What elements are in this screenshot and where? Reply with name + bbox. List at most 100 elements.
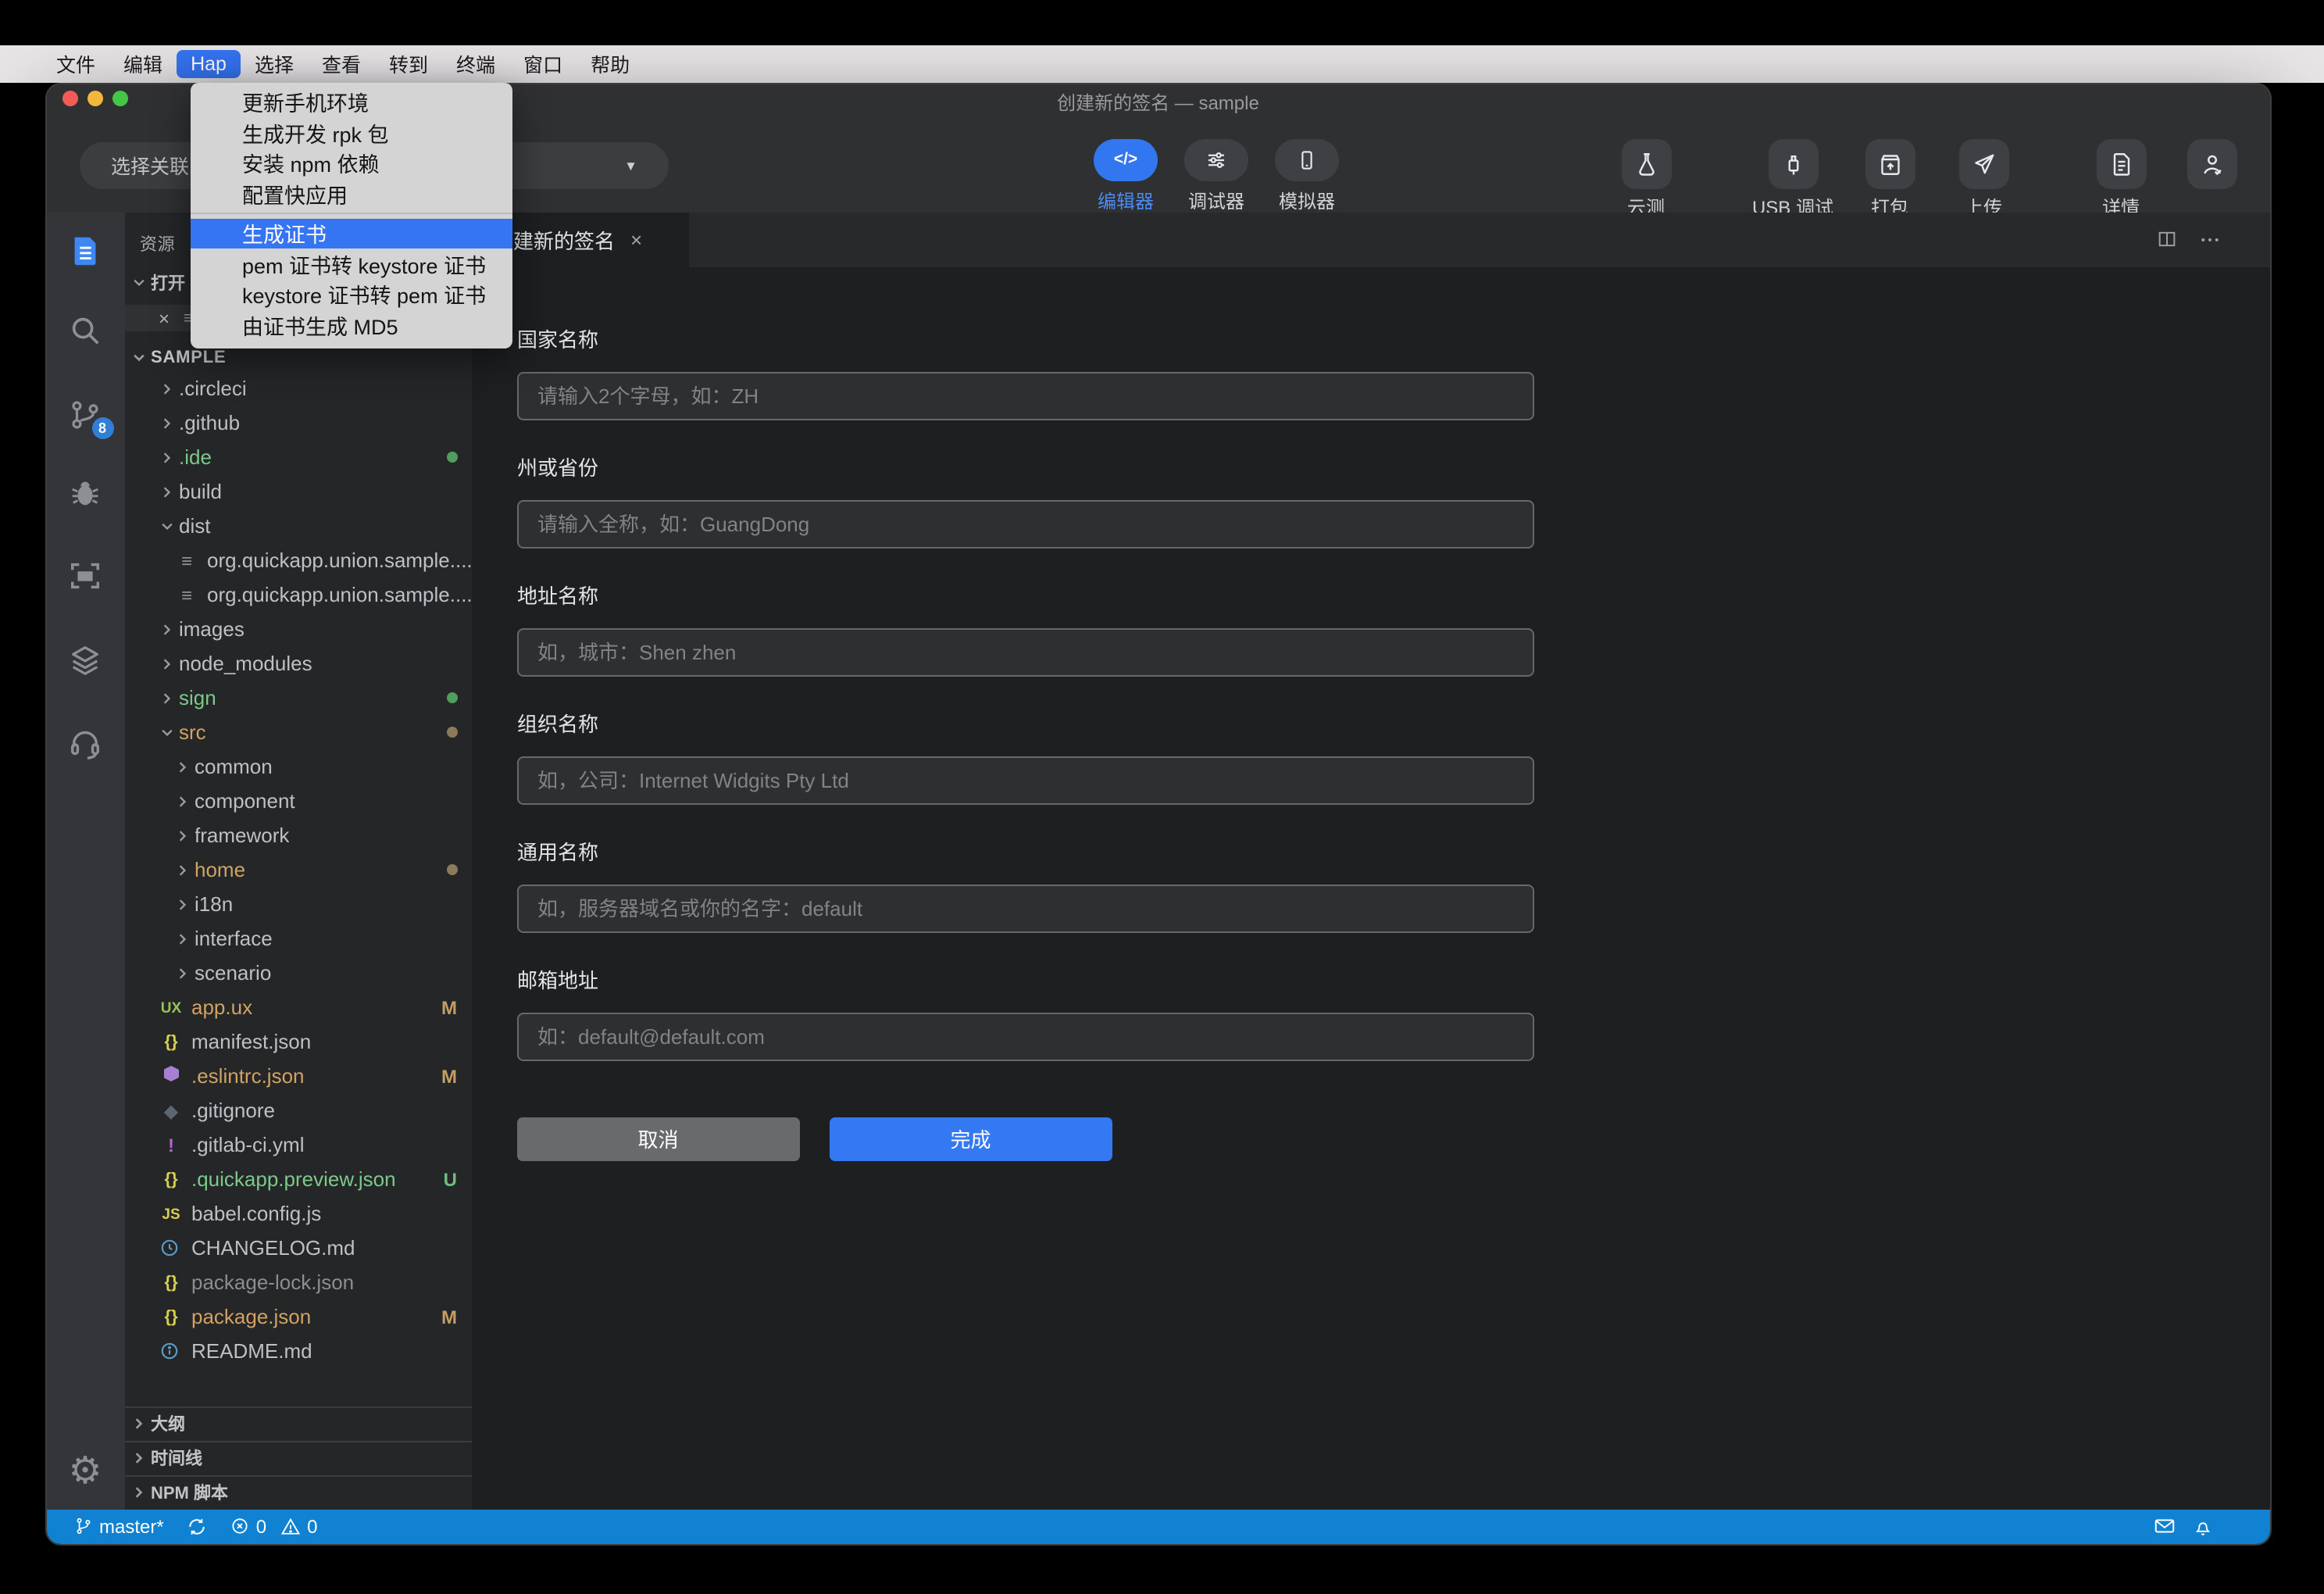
- bell-icon[interactable]: [2192, 1515, 2214, 1537]
- menu-item[interactable]: 安装 npm 依赖: [190, 148, 512, 178]
- git-branch-item[interactable]: master*: [73, 1515, 164, 1537]
- menu-终端[interactable]: 终端: [442, 46, 509, 82]
- tree-folder-build[interactable]: build: [124, 474, 471, 509]
- tree-folder--ide[interactable]: .ide: [124, 440, 471, 474]
- menu-转到[interactable]: 转到: [375, 46, 442, 82]
- tree-folder-i18n[interactable]: i18n: [124, 887, 471, 921]
- chevron-right-icon: [159, 449, 174, 465]
- js-file-icon: JS: [162, 1206, 180, 1223]
- state-province-input[interactable]: [517, 499, 1534, 548]
- menu-Hap[interactable]: Hap: [177, 49, 241, 78]
- organization-name-input[interactable]: [517, 756, 1534, 804]
- split-editor-icon[interactable]: [2156, 229, 2178, 251]
- mode-phone[interactable]: 模拟器: [1269, 138, 1344, 213]
- tree-folder-src[interactable]: src: [124, 715, 471, 749]
- tree-folder-scenario[interactable]: scenario: [124, 956, 471, 990]
- git-status-dot: [446, 692, 457, 703]
- chevron-right-icon: [174, 965, 190, 981]
- tree-folder-sign[interactable]: sign: [124, 681, 471, 715]
- menu-文件[interactable]: 文件: [42, 46, 109, 82]
- git-status-badge: M: [441, 1306, 457, 1328]
- more-actions-icon[interactable]: [2198, 228, 2222, 252]
- tree-file-org-quickapp-union-sample-[interactable]: ≡ org.quickapp.union.sample....: [124, 577, 471, 612]
- tree-file-org-quickapp-union-sample-[interactable]: ≡ org.quickapp.union.sample....: [124, 543, 471, 577]
- phone-icon: [1274, 138, 1340, 180]
- cancel-button[interactable]: 取消: [517, 1117, 799, 1161]
- tree-folder-framework[interactable]: framework: [124, 818, 471, 852]
- common-name-input[interactable]: [517, 884, 1534, 932]
- problems-item[interactable]: 0 0: [230, 1515, 317, 1537]
- tree-folder-dist[interactable]: dist: [124, 509, 471, 543]
- panel-NPM 脚本[interactable]: NPM 脚本: [124, 1474, 471, 1509]
- tree-folder-interface[interactable]: interface: [124, 921, 471, 956]
- menu-帮助[interactable]: 帮助: [577, 46, 644, 82]
- panel-时间线[interactable]: 时间线: [124, 1440, 471, 1474]
- tree-folder-common[interactable]: common: [124, 749, 471, 784]
- tree-item-label: .github: [179, 411, 241, 434]
- tree-file--eslintrc-json[interactable]: .eslintrc.json M: [124, 1059, 471, 1093]
- panel-大纲[interactable]: 大纲: [124, 1406, 471, 1440]
- close-icon[interactable]: ×: [159, 307, 170, 329]
- tree-file--gitlab-ci-yml[interactable]: ! .gitlab-ci.yml: [124, 1128, 471, 1162]
- activity-debug-icon[interactable]: [46, 461, 124, 524]
- sidebar-panels: 大纲 时间线 NPM 脚本: [124, 1406, 471, 1509]
- action-usb[interactable]: USB 调试: [1746, 138, 1840, 220]
- tree-file-manifest-json[interactable]: {} manifest.json: [124, 1024, 471, 1059]
- tree-folder-node-modules[interactable]: node_modules: [124, 646, 471, 681]
- tree-folder--circleci[interactable]: .circleci: [124, 371, 471, 406]
- activity-source-control-icon[interactable]: 8: [46, 384, 124, 446]
- activity-explorer-icon[interactable]: [46, 220, 124, 282]
- tree-folder-images[interactable]: images: [124, 612, 471, 646]
- tree-item-label: .circleci: [179, 377, 247, 400]
- tree-folder-home[interactable]: home: [124, 852, 471, 887]
- activity-layers-icon[interactable]: [46, 628, 124, 691]
- menu-编辑[interactable]: 编辑: [109, 46, 177, 82]
- country-name-input[interactable]: [517, 371, 1534, 420]
- tree-file-package-lock-json[interactable]: {} package-lock.json: [124, 1265, 471, 1299]
- form-field-label: 组织名称: [517, 712, 599, 735]
- menu-item[interactable]: 生成证书: [190, 218, 512, 248]
- mode-sliders[interactable]: 调试器: [1179, 138, 1254, 213]
- submit-button[interactable]: 完成: [830, 1117, 1112, 1161]
- gear-icon[interactable]: ⚙: [46, 1443, 124, 1499]
- tree-file-app-ux[interactable]: UX app.ux M: [124, 990, 471, 1024]
- menu-item[interactable]: 更新手机环境: [190, 87, 512, 117]
- tree-file--gitignore[interactable]: ◆ .gitignore: [124, 1093, 471, 1128]
- menu-item[interactable]: 生成开发 rpk 包: [190, 117, 512, 148]
- menu-item[interactable]: 由证书生成 MD5: [190, 309, 512, 340]
- chevron-right-icon: [174, 896, 190, 912]
- close-icon[interactable]: ×: [630, 228, 642, 252]
- form-group: 地址名称: [517, 579, 1580, 676]
- form-group: 通用名称: [517, 835, 1580, 932]
- action-send[interactable]: 上传: [1937, 138, 2030, 220]
- tree-file-package-json[interactable]: {} package.json M: [124, 1299, 471, 1334]
- editor-pane: 国家名称州或省份地址名称组织名称通用名称邮箱地址取消完成: [471, 266, 2270, 1509]
- activity-search-icon[interactable]: [46, 299, 124, 362]
- action-flask[interactable]: 云测: [1599, 138, 1693, 220]
- tree-file--quickapp-preview-json[interactable]: {} .quickapp.preview.json U: [124, 1162, 471, 1196]
- tree-file-babel-config-js[interactable]: JS babel.config.js: [124, 1196, 471, 1231]
- project-root-row[interactable]: SAMPLE: [124, 344, 471, 370]
- mail-icon[interactable]: [2153, 1514, 2176, 1538]
- menu-查看[interactable]: 查看: [308, 46, 375, 82]
- activity-preview-frame-icon[interactable]: [46, 544, 124, 606]
- tree-file-readme-md[interactable]: README.md: [124, 1334, 471, 1368]
- email-address-input[interactable]: [517, 1012, 1534, 1060]
- mode-label: 编辑器: [1097, 190, 1154, 212]
- action-document[interactable]: 详情: [2074, 138, 2168, 220]
- activity-headset-icon[interactable]: [46, 711, 124, 774]
- action-account[interactable]: [2165, 138, 2259, 188]
- menu-item[interactable]: keystore 证书转 pem 证书: [190, 279, 512, 309]
- menu-窗口[interactable]: 窗口: [509, 46, 577, 82]
- mode-code[interactable]: </> 编辑器: [1088, 138, 1163, 213]
- tree-folder--github[interactable]: .github: [124, 406, 471, 440]
- tree-item-label: scenario: [195, 961, 272, 985]
- sync-item[interactable]: [186, 1515, 208, 1537]
- tree-file-changelog-md[interactable]: CHANGELOG.md: [124, 1231, 471, 1265]
- menu-选择[interactable]: 选择: [241, 46, 308, 82]
- locality-name-input[interactable]: [517, 627, 1534, 676]
- action-package[interactable]: 打包: [1843, 138, 1937, 220]
- tree-folder-component[interactable]: component: [124, 784, 471, 818]
- menu-item[interactable]: 配置快应用: [190, 178, 512, 209]
- menu-item[interactable]: pem 证书转 keystore 证书: [190, 248, 512, 279]
